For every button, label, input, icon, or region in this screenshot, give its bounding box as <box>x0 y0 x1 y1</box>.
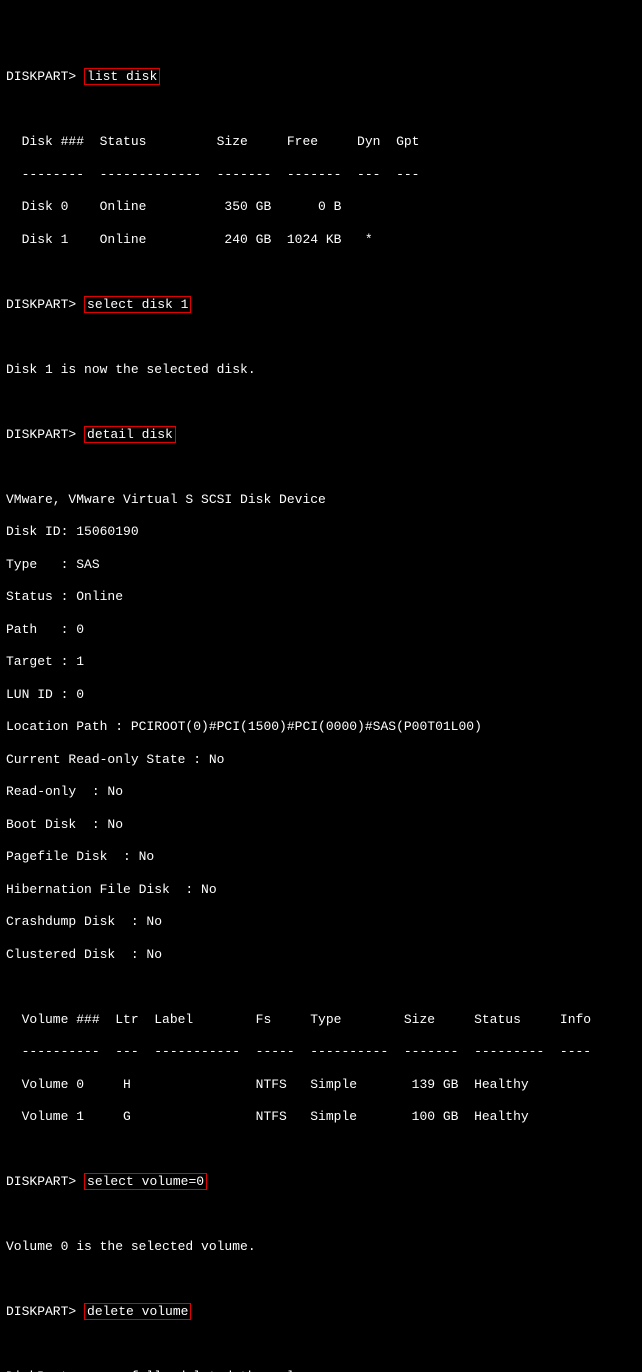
output-text: DiskPart successfully deleted the volume… <box>6 1369 636 1372</box>
vol-table-header: Volume ### Ltr Label Fs Type Size Status… <box>6 1012 636 1028</box>
prompt: DISKPART> <box>6 69 76 84</box>
blank-line <box>6 979 636 995</box>
detail-line: LUN ID : 0 <box>6 687 636 703</box>
blank-line <box>6 1207 636 1223</box>
detail-line: Location Path : PCIROOT(0)#PCI(1500)#PCI… <box>6 719 636 735</box>
prompt: DISKPART> <box>6 427 76 442</box>
cmd-highlight: detail disk <box>84 426 176 443</box>
cmd-line-list-disk: DISKPART> list disk <box>6 69 636 85</box>
output-text: Disk 1 is now the selected disk. <box>6 362 636 378</box>
table-row: Volume 1 G NTFS Simple 100 GB Healthy <box>6 1109 636 1125</box>
detail-line: Read-only : No <box>6 784 636 800</box>
blank-line <box>6 459 636 475</box>
cmd-highlight: list disk <box>84 68 160 85</box>
disk-table-header: Disk ### Status Size Free Dyn Gpt <box>6 134 636 150</box>
detail-line: Target : 1 <box>6 654 636 670</box>
vol-table-divider: ---------- --- ----------- ----- -------… <box>6 1044 636 1060</box>
detail-line: Path : 0 <box>6 622 636 638</box>
detail-line: Type : SAS <box>6 557 636 573</box>
blank-line <box>6 1272 636 1288</box>
detail-device: VMware, VMware Virtual S SCSI Disk Devic… <box>6 492 636 508</box>
blank-line <box>6 1337 636 1353</box>
blank-line <box>6 1142 636 1158</box>
detail-line: Crashdump Disk : No <box>6 914 636 930</box>
table-row: Disk 1 Online 240 GB 1024 KB * <box>6 232 636 248</box>
cmd-line-select-volume-0: DISKPART> select volume=0 <box>6 1174 636 1190</box>
prompt: DISKPART> <box>6 297 76 312</box>
detail-line: Current Read-only State : No <box>6 752 636 768</box>
detail-line: Boot Disk : No <box>6 817 636 833</box>
blank-line <box>6 394 636 410</box>
blank-line <box>6 264 636 280</box>
cmd-line-detail-disk: DISKPART> detail disk <box>6 427 636 443</box>
disk-table-divider: -------- ------------- ------- ------- -… <box>6 167 636 183</box>
table-row: Disk 0 Online 350 GB 0 B <box>6 199 636 215</box>
detail-line: Status : Online <box>6 589 636 605</box>
table-row: Volume 0 H NTFS Simple 139 GB Healthy <box>6 1077 636 1093</box>
blank-line <box>6 329 636 345</box>
detail-line: Hibernation File Disk : No <box>6 882 636 898</box>
prompt: DISKPART> <box>6 1174 76 1189</box>
cmd-highlight: delete volume <box>84 1303 191 1320</box>
detail-line: Pagefile Disk : No <box>6 849 636 865</box>
detail-line: Disk ID: 15060190 <box>6 524 636 540</box>
prompt: DISKPART> <box>6 1304 76 1319</box>
blank-line <box>6 102 636 118</box>
cmd-line-delete-volume: DISKPART> delete volume <box>6 1304 636 1320</box>
output-text: Volume 0 is the selected volume. <box>6 1239 636 1255</box>
cmd-line-select-disk-1: DISKPART> select disk 1 <box>6 297 636 313</box>
detail-line: Clustered Disk : No <box>6 947 636 963</box>
cmd-highlight: select volume=0 <box>84 1173 207 1190</box>
cmd-highlight: select disk 1 <box>84 296 191 313</box>
